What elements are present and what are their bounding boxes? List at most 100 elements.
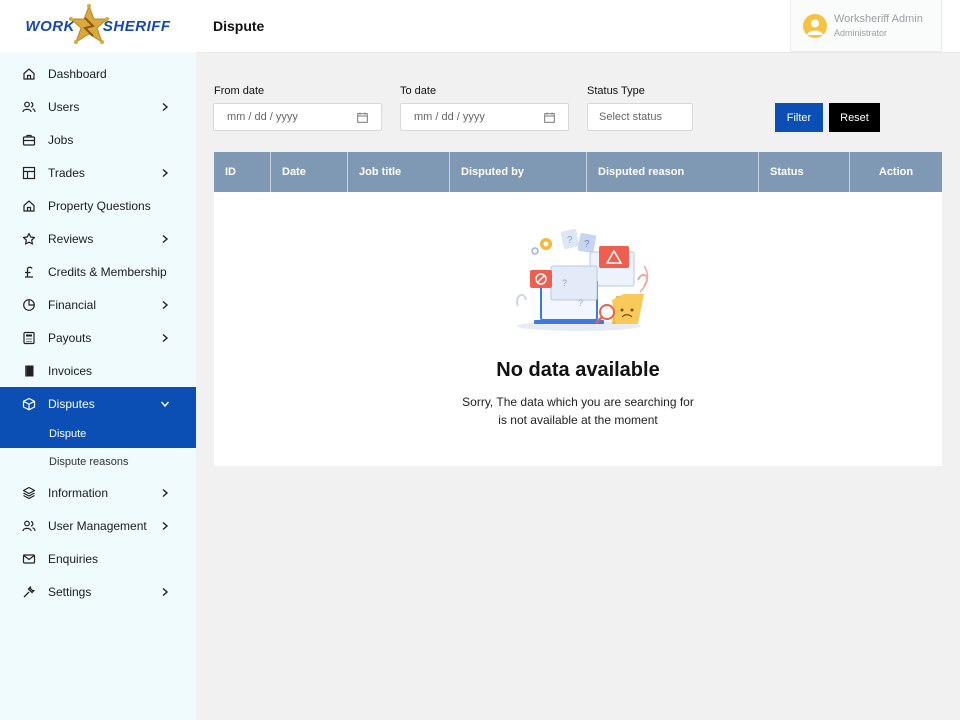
- sidebar-item-user-management[interactable]: User Management: [0, 509, 196, 542]
- sidebar-item-users[interactable]: Users: [0, 90, 196, 123]
- sidebar-item-trades[interactable]: Trades: [0, 156, 196, 189]
- chevron-right-icon: [162, 521, 169, 530]
- sidebar-item-label: Property Questions: [48, 198, 151, 213]
- sidebar-item-label: Invoices: [48, 363, 93, 378]
- brand-word-sheriff: SHERIFF: [102, 18, 171, 35]
- sidebar-nav: Dashboard Users Jobs Trades Property Que…: [0, 53, 196, 608]
- table-header: ID Date Job title Disputed by Disputed r…: [214, 152, 942, 192]
- calculator-icon: [22, 331, 36, 345]
- column-header-action: Action: [878, 166, 914, 178]
- sidebar-item-financial[interactable]: Financial: [0, 288, 196, 321]
- column-header-status[interactable]: Status: [759, 152, 850, 192]
- sidebar-item-label: Financial: [48, 297, 97, 312]
- mail-icon: [22, 552, 36, 566]
- sidebar-item-label: Payouts: [48, 330, 92, 345]
- chevron-right-icon: [162, 234, 169, 243]
- to-date-input[interactable]: mm / dd / yyyy: [400, 103, 569, 131]
- home-icon: [22, 199, 36, 213]
- sidebar-item-label: Jobs: [48, 132, 74, 147]
- pound-icon: [22, 265, 36, 279]
- column-header-job-title[interactable]: Job title: [348, 152, 450, 192]
- users-icon: [22, 519, 36, 533]
- column-header-date[interactable]: Date: [271, 152, 348, 192]
- brand-word-work: WORK: [25, 18, 75, 35]
- column-header-disputed-by[interactable]: Disputed by: [450, 152, 587, 192]
- chevron-right-icon: [162, 168, 169, 177]
- sidebar-item-credits-membership[interactable]: Credits & Membership: [0, 255, 196, 288]
- sidebar-item-label: Disputes: [48, 396, 95, 411]
- column-header-id[interactable]: ID: [214, 152, 271, 192]
- empty-state-message: Sorry, The data which you are searching …: [214, 393, 942, 429]
- svg-text:?: ?: [567, 235, 573, 246]
- chevron-down-icon: [160, 401, 170, 407]
- sidebar-subitem-dispute-reasons[interactable]: Dispute reasons: [0, 448, 196, 476]
- sidebar-item-reviews[interactable]: Reviews: [0, 222, 196, 255]
- to-date-label: To date: [400, 85, 437, 97]
- sidebar-item-disputes[interactable]: Disputes: [0, 387, 196, 420]
- column-header-disputed-reason[interactable]: Disputed reason: [587, 152, 759, 192]
- chevron-right-icon: [162, 102, 169, 111]
- sidebar: WORK SHERIFF Dashboard Users Jobs Trades…: [0, 0, 196, 720]
- users-icon: [22, 100, 36, 114]
- no-data-illustration: ? ? ? ?: [516, 228, 649, 331]
- star-icon: [22, 232, 36, 246]
- empty-state-line-1: Sorry, The data which you are searching …: [462, 395, 694, 409]
- sidebar-item-settings[interactable]: Settings: [0, 575, 196, 608]
- from-date-input[interactable]: mm / dd / yyyy: [213, 103, 382, 131]
- tool-icon: [22, 585, 36, 599]
- book-icon: [22, 364, 36, 378]
- user-menu[interactable]: Worksheriff Admin Administrator: [790, 0, 942, 52]
- sidebar-item-dashboard[interactable]: Dashboard: [0, 57, 196, 90]
- to-date-placeholder: mm / dd / yyyy: [414, 111, 485, 123]
- sidebar-item-label: Credits & Membership: [48, 264, 167, 279]
- grid-icon: [22, 166, 36, 180]
- svg-text:?: ?: [584, 239, 590, 250]
- reset-button[interactable]: Reset: [829, 103, 880, 132]
- layers-icon: [22, 486, 36, 500]
- chevron-right-icon: [162, 587, 169, 596]
- sidebar-item-label: Information: [48, 485, 109, 500]
- pie-chart-icon: [22, 298, 36, 312]
- calendar-icon[interactable]: [544, 112, 555, 123]
- sidebar-item-label: Reviews: [48, 231, 94, 246]
- sidebar-item-enquiries[interactable]: Enquiries: [0, 542, 196, 575]
- chevron-right-icon: [162, 333, 169, 342]
- chevron-right-icon: [162, 488, 169, 497]
- sidebar-item-invoices[interactable]: Invoices: [0, 354, 196, 387]
- from-date-placeholder: mm / dd / yyyy: [227, 111, 298, 123]
- sidebar-item-label: Enquiries: [48, 551, 99, 566]
- filter-button[interactable]: Filter: [775, 103, 823, 132]
- status-select[interactable]: Select status: [587, 103, 693, 131]
- brand-logo[interactable]: WORK SHERIFF: [25, 3, 171, 50]
- svg-text:?: ?: [562, 278, 567, 288]
- empty-state-title: No data available: [496, 359, 660, 381]
- sidebar-subitem-label: Dispute: [49, 428, 87, 440]
- empty-state-line-2: is not available at the moment: [498, 413, 658, 427]
- avatar: [803, 14, 827, 38]
- sidebar-item-payouts[interactable]: Payouts: [0, 321, 196, 354]
- top-header: Dispute Worksheriff Admin Administrator: [196, 0, 960, 53]
- disputes-table: ID Date Job title Disputed by Disputed r…: [214, 152, 942, 466]
- status-placeholder: Select status: [599, 111, 662, 123]
- home-icon: [22, 67, 36, 81]
- sidebar-subitem-label: Dispute reasons: [49, 456, 129, 468]
- from-date-label: From date: [214, 85, 265, 97]
- briefcase-icon: [22, 133, 36, 147]
- sidebar-item-jobs[interactable]: Jobs: [0, 123, 196, 156]
- status-type-label: Status Type: [587, 85, 645, 97]
- sidebar-item-label: Trades: [48, 165, 85, 180]
- sidebar-item-label: Settings: [48, 584, 92, 599]
- sidebar-item-label: Users: [48, 99, 80, 114]
- svg-text:?: ?: [578, 298, 583, 308]
- sidebar-item-label: Dashboard: [48, 66, 107, 81]
- sidebar-subitem-dispute[interactable]: Dispute: [0, 420, 196, 448]
- sidebar-item-information[interactable]: Information: [0, 476, 196, 509]
- user-role: Administrator: [834, 28, 888, 38]
- chevron-right-icon: [162, 300, 169, 309]
- box-icon: [22, 397, 36, 411]
- page-title: Dispute: [213, 18, 265, 34]
- sidebar-item-property-questions[interactable]: Property Questions: [0, 189, 196, 222]
- logo-area: WORK SHERIFF: [0, 0, 196, 53]
- sidebar-item-label: User Management: [48, 518, 147, 533]
- calendar-icon[interactable]: [357, 112, 368, 123]
